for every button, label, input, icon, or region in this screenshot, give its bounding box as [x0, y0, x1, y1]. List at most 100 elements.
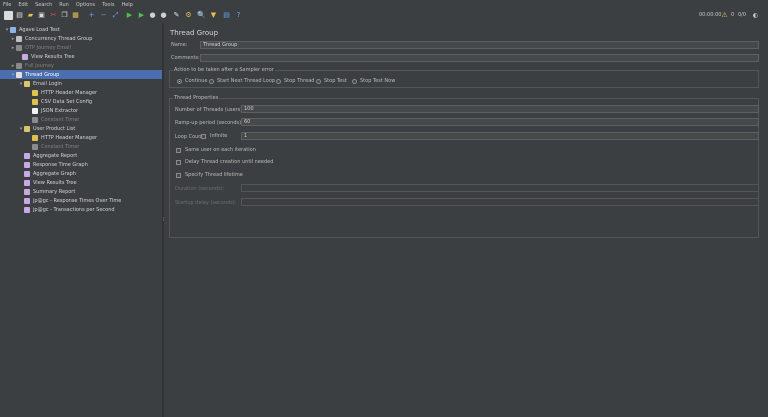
tree-node[interactable]: ▸ OTP Journey Email	[10, 43, 71, 52]
tree-node-label: Constant Timer	[41, 143, 80, 150]
pencil-icon	[24, 80, 30, 87]
radio-start-next-thread-loop[interactable]: Start Next Thread Loop	[209, 78, 275, 84]
tree-node-label: Thread Group	[25, 71, 60, 78]
tree-node[interactable]: Response Time Graph	[18, 160, 88, 169]
elapsed-timer: 00:00:00	[699, 12, 722, 18]
function-helper-icon[interactable]: ▤	[222, 11, 231, 20]
menu-search[interactable]: Search	[35, 2, 52, 8]
chart-icon	[24, 152, 30, 159]
reset-search-icon[interactable]: ▼	[209, 11, 218, 20]
menu-edit[interactable]: Edit	[18, 2, 28, 8]
radio-stop-test[interactable]: Stop Test	[316, 78, 347, 84]
toolbar: ▤ ▰ ▣ ✂ ❐ ▦ + − ⤢ ▶ ▶ ● ● ✎ ⚙ 🔍 ▼ ▤ ? 00…	[0, 9, 768, 24]
start-icon[interactable]: ▶	[125, 11, 134, 20]
tree-node[interactable]: HTTP Header Manager	[26, 88, 97, 97]
search-icon[interactable]: 🔍	[197, 11, 206, 20]
infinite-checkbox[interactable]: Infinite	[201, 133, 227, 139]
tree-node[interactable]: jp@gc - Transactions per Second	[18, 205, 115, 214]
menu-options[interactable]: Options	[76, 2, 95, 8]
tree-node[interactable]: Constant Timer	[26, 115, 79, 124]
start-no-pauses-icon[interactable]: ▶	[137, 11, 146, 20]
test-plan-tree: ▾ Agave Load Test ▸ Concurrency Thread Grou…	[0, 23, 172, 417]
stop-icon[interactable]: ●	[148, 11, 157, 20]
same-user-checkbox[interactable]: Same user on each iteration	[176, 147, 256, 153]
thread-status-icon[interactable]: ◐	[751, 11, 760, 20]
menu-tools[interactable]: Tools	[102, 2, 114, 8]
tree-node[interactable]: ▾ User Product List	[18, 124, 75, 133]
copy-icon[interactable]: ❐	[60, 11, 69, 20]
threads-input[interactable]: 100	[241, 105, 759, 113]
open-icon[interactable]: ▰	[26, 11, 35, 20]
tree-node-label: Constant Timer	[41, 116, 80, 123]
comments-label: Comments:	[171, 55, 200, 61]
tree-node[interactable]: ▸ Concurrency Thread Group	[10, 34, 92, 43]
thread-lifetime-checkbox[interactable]: Specify Thread lifetime	[176, 172, 243, 178]
checkbox-icon	[201, 133, 206, 139]
shutdown-icon[interactable]: ●	[159, 11, 168, 20]
tree-node[interactable]: ▾ Email Login	[18, 79, 62, 88]
radio-continue[interactable]: Continue	[177, 78, 207, 84]
chart-icon	[24, 161, 30, 168]
tree-node-label: JSON Extractor	[41, 107, 78, 114]
chart-icon	[24, 179, 30, 186]
active-threads: 0/0	[738, 12, 747, 18]
page-title: Thread Group	[170, 29, 219, 37]
cut-icon[interactable]: ✂	[49, 11, 58, 20]
new-icon[interactable]	[4, 11, 13, 20]
toggle-icon[interactable]: ⤢	[111, 11, 120, 20]
paste-icon[interactable]: ▦	[71, 11, 80, 20]
chart-icon	[24, 170, 30, 177]
startup-delay-label: Startup delay (seconds):	[175, 200, 237, 206]
tree-node[interactable]: HTTP Header Manager	[26, 133, 97, 142]
menu-bar: File Edit Search Run Options Tools Help	[0, 0, 768, 9]
tree-node[interactable]: JSON Extractor	[26, 106, 78, 115]
tree-node-label: CSV Data Set Config	[41, 98, 93, 105]
threads-label: Number of Threads (users):	[175, 107, 244, 113]
radio-icon	[352, 78, 357, 84]
gear-icon	[16, 71, 22, 78]
tree-node[interactable]: View Results Tree	[16, 52, 75, 61]
name-field[interactable]: Thread Group	[200, 41, 759, 49]
radio-icon	[316, 78, 321, 84]
tree-node[interactable]: ▾ Thread Group	[0, 70, 172, 79]
tree-node[interactable]: Summary Report	[18, 187, 75, 196]
tree-node-label: jp@gc - Transactions per Second	[33, 206, 115, 213]
radio-stop-test-now[interactable]: Stop Test Now	[352, 78, 395, 84]
radio-selected-icon	[177, 78, 182, 84]
menu-help[interactable]: Help	[121, 2, 132, 8]
menu-run[interactable]: Run	[59, 2, 69, 8]
comments-field[interactable]	[200, 54, 759, 62]
name-label: Name:	[171, 42, 188, 48]
rampup-input[interactable]: 60	[241, 118, 759, 126]
loop-count-input[interactable]: 1	[241, 132, 759, 140]
tree-node[interactable]: ▾ Agave Load Test	[4, 25, 60, 34]
tree-node[interactable]: Constant Timer	[26, 142, 79, 151]
tree-node[interactable]: View Results Tree	[18, 178, 77, 187]
warning-icon[interactable]: ⚠	[720, 11, 729, 20]
thread-lifetime-label: Specify Thread lifetime	[185, 172, 243, 178]
save-icon[interactable]: ▣	[37, 11, 46, 20]
radio-stop-test-now-label: Stop Test Now	[360, 78, 396, 84]
tree-node-label: HTTP Header Manager	[41, 134, 98, 141]
tree-node-label: View Results Tree	[33, 179, 77, 186]
clear-icon[interactable]: ✎	[172, 11, 181, 20]
help-icon[interactable]: ?	[234, 11, 243, 20]
tree-node[interactable]: Aggregate Graph	[18, 169, 76, 178]
radio-stop-thread[interactable]: Stop Thread	[276, 78, 314, 84]
tree-node[interactable]: jp@gc - Response Times Over Time	[18, 196, 121, 205]
tree-node[interactable]: CSV Data Set Config	[26, 97, 92, 106]
tree-node-label: Aggregate Report	[33, 152, 78, 159]
wrench-icon	[32, 98, 38, 105]
expand-icon[interactable]: +	[87, 11, 96, 20]
clear-all-icon[interactable]: ⚙	[184, 11, 193, 20]
menu-file[interactable]: File	[3, 2, 11, 8]
tree-node[interactable]: ▸ Full Journey	[10, 61, 54, 70]
tree-node[interactable]: Aggregate Report	[18, 151, 77, 160]
tree-node-label: Summary Report	[33, 188, 76, 195]
doc-icon	[32, 107, 38, 114]
chart-icon	[24, 197, 30, 204]
collapse-icon[interactable]: −	[99, 11, 108, 20]
delay-thread-checkbox[interactable]: Delay Thread creation until needed	[176, 159, 273, 165]
wrench-icon	[32, 134, 38, 141]
templates-icon[interactable]: ▤	[15, 11, 24, 20]
